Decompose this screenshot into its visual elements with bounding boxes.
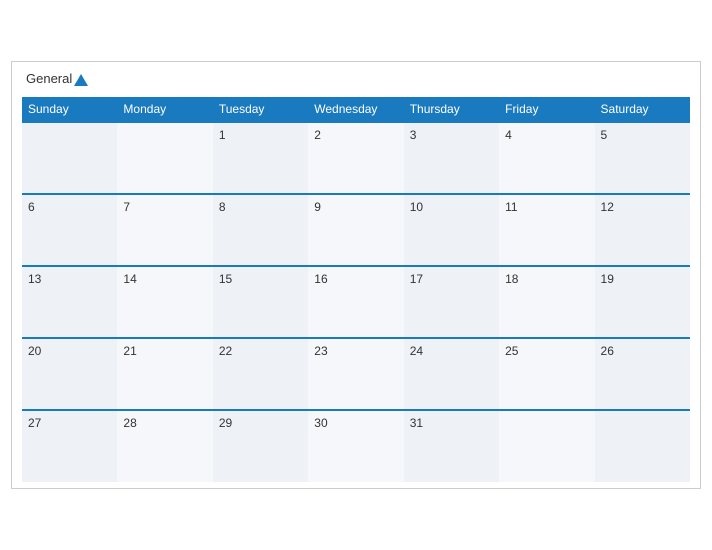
day-number: 27 bbox=[28, 416, 41, 430]
day-number: 23 bbox=[314, 344, 327, 358]
day-cell: 3 bbox=[404, 122, 499, 194]
weekday-header-saturday: Saturday bbox=[595, 97, 690, 122]
day-cell: 19 bbox=[595, 266, 690, 338]
day-cell: 23 bbox=[308, 338, 403, 410]
day-number: 17 bbox=[410, 272, 423, 286]
day-cell: 7 bbox=[117, 194, 212, 266]
weekday-header-row: SundayMondayTuesdayWednesdayThursdayFrid… bbox=[22, 97, 690, 122]
logo-general-text: General bbox=[26, 72, 88, 86]
day-cell: 30 bbox=[308, 410, 403, 482]
day-number: 11 bbox=[505, 200, 517, 214]
weekday-header-thursday: Thursday bbox=[404, 97, 499, 122]
day-cell: 11 bbox=[499, 194, 594, 266]
day-number: 18 bbox=[505, 272, 518, 286]
day-cell: 25 bbox=[499, 338, 594, 410]
day-number: 5 bbox=[601, 128, 608, 142]
day-cell: 14 bbox=[117, 266, 212, 338]
day-number: 3 bbox=[410, 128, 417, 142]
calendar-wrapper: General SundayMondayTuesdayWednesdayThur… bbox=[11, 61, 701, 488]
day-cell: 18 bbox=[499, 266, 594, 338]
week-row-1: 6 7 8 9 10 11 12 bbox=[22, 194, 690, 266]
day-number: 25 bbox=[505, 344, 518, 358]
day-number: 13 bbox=[28, 272, 41, 286]
weekday-header-tuesday: Tuesday bbox=[213, 97, 308, 122]
day-number: 10 bbox=[410, 200, 423, 214]
day-cell: 15 bbox=[213, 266, 308, 338]
week-row-0: 1 2 3 4 5 bbox=[22, 122, 690, 194]
week-row-2: 13 14 15 16 17 18 19 bbox=[22, 266, 690, 338]
day-cell: 6 bbox=[22, 194, 117, 266]
day-number: 7 bbox=[123, 200, 130, 214]
day-number: 31 bbox=[410, 416, 423, 430]
day-cell bbox=[499, 410, 594, 482]
day-cell: 2 bbox=[308, 122, 403, 194]
day-number: 15 bbox=[219, 272, 232, 286]
day-number: 1 bbox=[219, 128, 226, 142]
day-number: 12 bbox=[601, 200, 614, 214]
weekday-header-wednesday: Wednesday bbox=[308, 97, 403, 122]
day-number: 8 bbox=[219, 200, 226, 214]
calendar-header: General bbox=[22, 72, 690, 86]
day-number: 16 bbox=[314, 272, 327, 286]
day-cell: 31 bbox=[404, 410, 499, 482]
day-cell: 8 bbox=[213, 194, 308, 266]
day-number: 22 bbox=[219, 344, 232, 358]
day-cell bbox=[22, 122, 117, 194]
day-number: 24 bbox=[410, 344, 423, 358]
weekday-header-friday: Friday bbox=[499, 97, 594, 122]
day-cell: 20 bbox=[22, 338, 117, 410]
week-row-3: 20 21 22 23 24 25 26 bbox=[22, 338, 690, 410]
day-cell: 13 bbox=[22, 266, 117, 338]
day-cell: 1 bbox=[213, 122, 308, 194]
day-number: 29 bbox=[219, 416, 232, 430]
day-cell: 4 bbox=[499, 122, 594, 194]
day-number: 19 bbox=[601, 272, 614, 286]
logo: General bbox=[26, 72, 88, 86]
day-cell: 29 bbox=[213, 410, 308, 482]
logo-triangle-icon bbox=[74, 74, 88, 86]
day-cell: 22 bbox=[213, 338, 308, 410]
day-cell: 27 bbox=[22, 410, 117, 482]
day-number: 4 bbox=[505, 128, 512, 142]
weekday-header-monday: Monday bbox=[117, 97, 212, 122]
day-cell: 28 bbox=[117, 410, 212, 482]
day-cell: 17 bbox=[404, 266, 499, 338]
day-cell: 16 bbox=[308, 266, 403, 338]
week-row-4: 27 28 29 30 31 bbox=[22, 410, 690, 482]
day-number: 20 bbox=[28, 344, 41, 358]
day-cell: 26 bbox=[595, 338, 690, 410]
day-cell: 12 bbox=[595, 194, 690, 266]
weekday-header-sunday: Sunday bbox=[22, 97, 117, 122]
day-cell: 21 bbox=[117, 338, 212, 410]
day-cell: 24 bbox=[404, 338, 499, 410]
day-cell: 5 bbox=[595, 122, 690, 194]
day-cell bbox=[595, 410, 690, 482]
day-cell bbox=[117, 122, 212, 194]
day-number: 30 bbox=[314, 416, 327, 430]
day-number: 14 bbox=[123, 272, 136, 286]
day-number: 6 bbox=[28, 200, 35, 214]
day-number: 26 bbox=[601, 344, 614, 358]
calendar-grid: SundayMondayTuesdayWednesdayThursdayFrid… bbox=[22, 97, 690, 482]
day-number: 2 bbox=[314, 128, 321, 142]
calendar-tbody: 1234567891011121314151617181920212223242… bbox=[22, 122, 690, 482]
calendar-thead: SundayMondayTuesdayWednesdayThursdayFrid… bbox=[22, 97, 690, 122]
day-number: 9 bbox=[314, 200, 321, 214]
day-cell: 9 bbox=[308, 194, 403, 266]
day-cell: 10 bbox=[404, 194, 499, 266]
day-number: 21 bbox=[123, 344, 136, 358]
day-number: 28 bbox=[123, 416, 136, 430]
